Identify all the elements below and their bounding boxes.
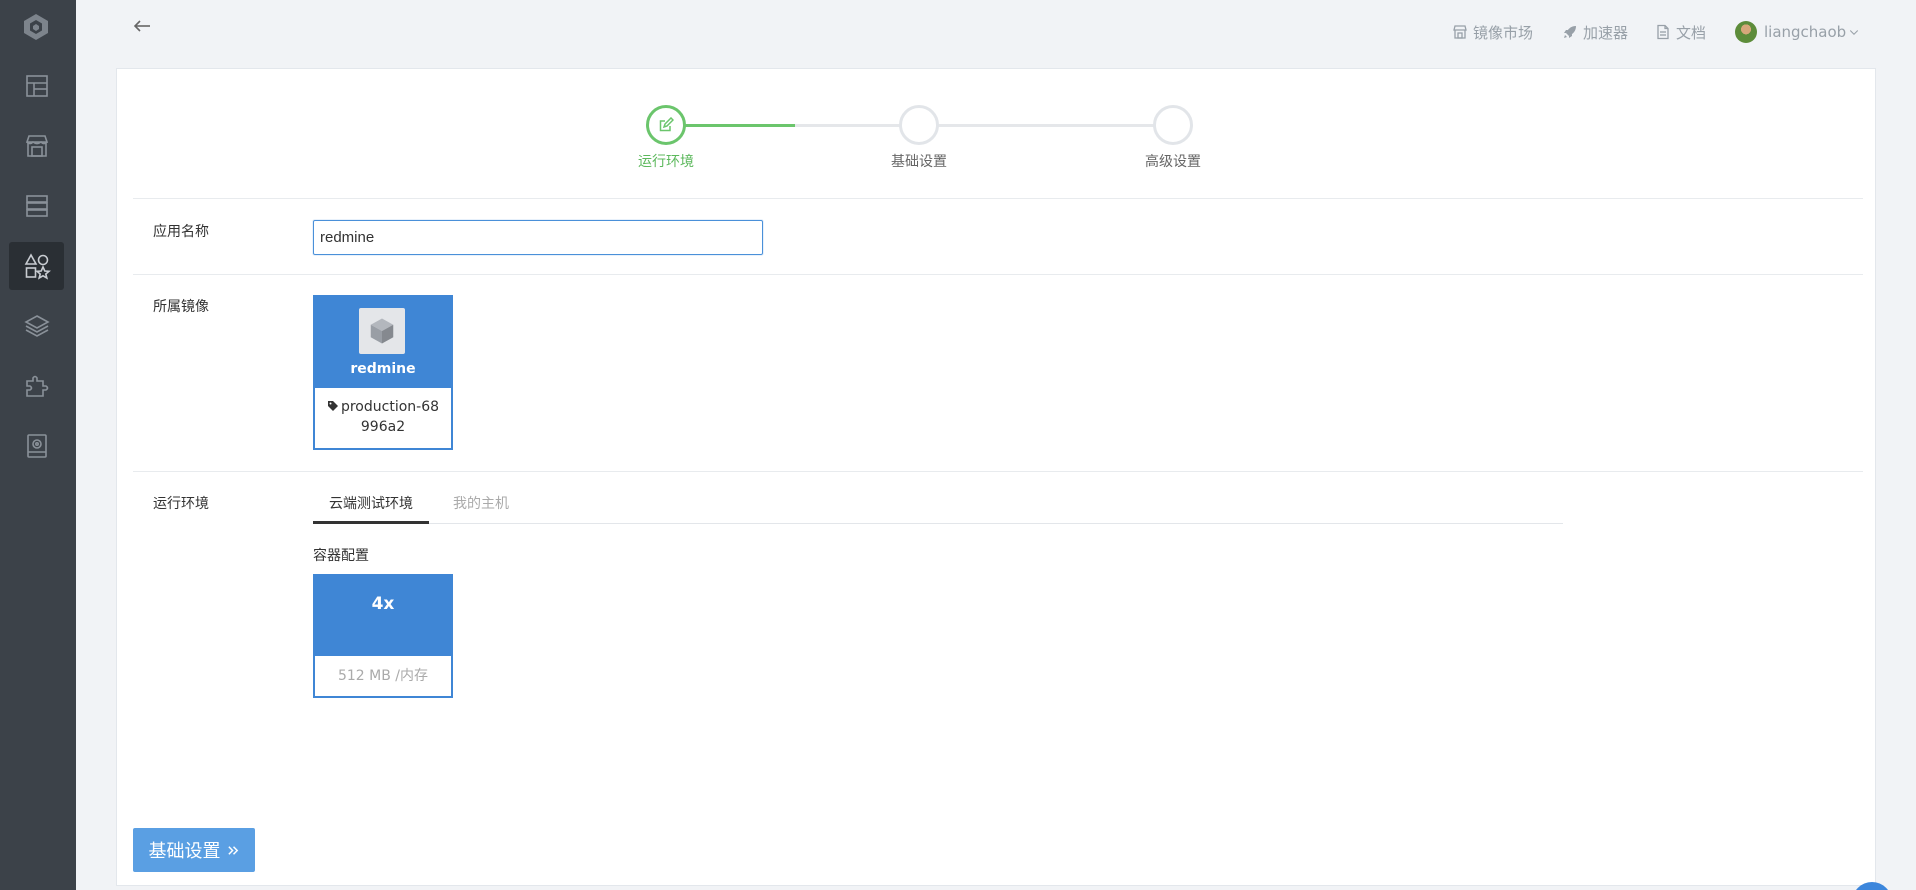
step-3-circle[interactable]: [1153, 105, 1193, 145]
step-3-label: 高级设置: [1145, 154, 1201, 170]
image-tag-text: production-68996a2: [340, 399, 440, 435]
username: liangchaob: [1764, 23, 1847, 41]
tab-my-host[interactable]: 我的主机: [441, 489, 521, 524]
next-step-label: 基础设置: [148, 841, 221, 862]
monitor-icon: [26, 434, 47, 458]
next-step-button[interactable]: 基础设置: [133, 828, 255, 872]
tag-icon: [327, 401, 338, 411]
env-label: 运行环境: [153, 496, 209, 512]
store-icon: [1453, 25, 1467, 39]
app-name-input[interactable]: [313, 220, 763, 255]
divider: [133, 471, 1863, 472]
container-memory: 512 MB /内存: [337, 668, 429, 684]
nav-docs[interactable]: 文档: [1655, 21, 1706, 43]
container-config-label: 容器配置: [313, 548, 369, 564]
nav-label: 镜像市场: [1473, 23, 1534, 42]
app-name-label: 应用名称: [153, 224, 209, 240]
sidebar-item-dashboard[interactable]: [9, 62, 64, 110]
sidebar-item-plugins[interactable]: [9, 362, 64, 410]
image-name: redmine: [350, 361, 416, 377]
store-icon: [25, 135, 48, 157]
env-tabs: 云端测试环境 我的主机: [313, 489, 1563, 524]
back-arrow-icon[interactable]: [130, 14, 154, 38]
step-connector: [925, 124, 1175, 127]
server-icon: [25, 195, 48, 217]
rocket-icon: [1564, 26, 1576, 38]
step-2-circle[interactable]: [899, 105, 939, 145]
dashboard-icon: [25, 75, 48, 97]
image-tag: production-68996a2: [315, 388, 451, 437]
chevron-down-icon: [1850, 30, 1859, 35]
avatar: [1735, 21, 1757, 43]
sidebar-item-layers[interactable]: [9, 302, 64, 350]
document-icon: [1657, 24, 1669, 40]
sidebar-item-apps[interactable]: [9, 242, 64, 290]
step-2-label: 基础设置: [891, 154, 947, 170]
container-size-card[interactable]: 4x 512 MB /内存: [313, 574, 453, 698]
layers-icon: [23, 315, 50, 337]
apps-icon: [24, 253, 51, 280]
edit-icon: [659, 117, 674, 132]
sidebar-item-monitor[interactable]: [9, 422, 64, 470]
double-chevron-right-icon: [227, 845, 238, 855]
step-1-circle[interactable]: [646, 105, 686, 145]
user-menu[interactable]: liangchaob: [1735, 21, 1860, 43]
sidebar: [0, 0, 76, 890]
sidebar-item-store[interactable]: [9, 122, 64, 170]
divider: [133, 198, 1863, 199]
nav-accelerator[interactable]: 加速器: [1562, 21, 1628, 43]
divider: [133, 274, 1863, 275]
nav-image-market[interactable]: 镜像市场: [1452, 21, 1533, 43]
image-card[interactable]: redmine production-68996a2: [313, 295, 453, 450]
image-label: 所属镜像: [153, 299, 209, 315]
plugin-icon: [25, 375, 48, 397]
main-card: 运行环境 基础设置 高级设置 应用名称 所属镜像 redmine product…: [116, 68, 1876, 886]
nav-label: 加速器: [1583, 23, 1629, 42]
container-size: 4x: [315, 576, 451, 656]
tab-cloud-test[interactable]: 云端测试环境: [313, 489, 429, 524]
logo-icon[interactable]: [20, 11, 52, 43]
step-1-label: 运行环境: [638, 154, 694, 170]
nav-label: 文档: [1676, 23, 1707, 42]
sidebar-item-servers[interactable]: [9, 182, 64, 230]
cube-icon: [359, 308, 405, 354]
